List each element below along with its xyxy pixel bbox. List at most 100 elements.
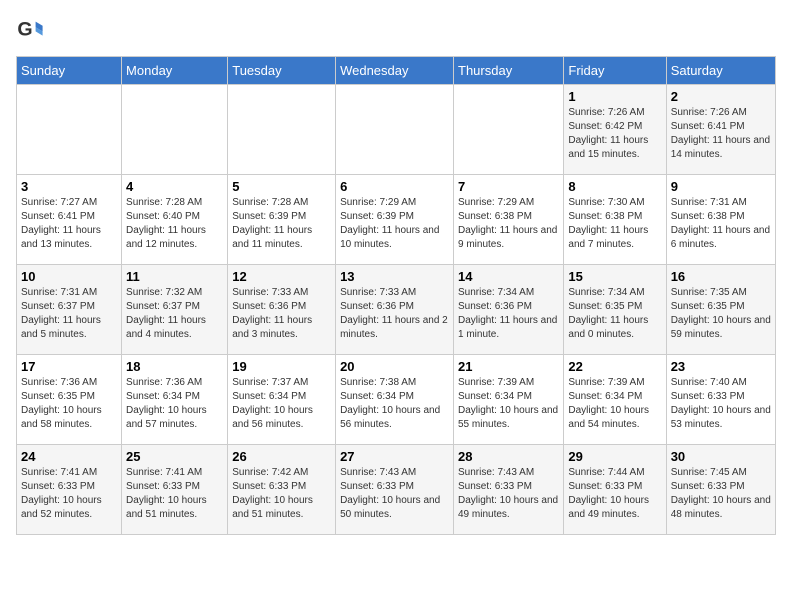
calendar-cell: 5 Sunrise: 7:28 AM Sunset: 6:39 PM Daylig… bbox=[228, 175, 336, 265]
calendar-cell: 11 Sunrise: 7:32 AM Sunset: 6:37 PM Dayli… bbox=[122, 265, 228, 355]
day-number: 10 bbox=[21, 269, 117, 284]
day-header: Friday bbox=[564, 57, 666, 85]
day-number: 23 bbox=[671, 359, 771, 374]
day-number: 16 bbox=[671, 269, 771, 284]
day-info: Sunrise: 7:33 AM Sunset: 6:36 PM Dayligh… bbox=[340, 286, 449, 342]
calendar-cell: 18Sunrise: 7:36 AM Sunset: 6:34 PM Dayli… bbox=[122, 355, 228, 445]
calendar-cell: 7 Sunrise: 7:29 AM Sunset: 6:38 PM Daylig… bbox=[454, 175, 564, 265]
day-number: 13 bbox=[340, 269, 449, 284]
day-info: Sunrise: 7:43 AM Sunset: 6:33 PM Dayligh… bbox=[340, 466, 449, 522]
calendar-cell: 21 Sunrise: 7:39 AM Sunset: 6:34 PM Dayli… bbox=[454, 355, 564, 445]
day-number: 6 bbox=[340, 179, 449, 194]
calendar-week-row: 1 Sunrise: 7:26 AM Sunset: 6:42 PM Daylig… bbox=[17, 85, 776, 175]
day-info: Sunrise: 7:34 AM Sunset: 6:36 PM Dayligh… bbox=[458, 286, 559, 342]
day-info: Sunrise: 7:41 AM Sunset: 6:33 PM Dayligh… bbox=[126, 466, 223, 522]
calendar-cell: 22Sunrise: 7:39 AM Sunset: 6:34 PM Dayli… bbox=[564, 355, 666, 445]
header-area: G bbox=[16, 16, 776, 44]
calendar-cell: 15 Sunrise: 7:34 AM Sunset: 6:35 PM Dayli… bbox=[564, 265, 666, 355]
calendar-cell: 8 Sunrise: 7:30 AM Sunset: 6:38 PM Daylig… bbox=[564, 175, 666, 265]
day-info: Sunrise: 7:26 AM Sunset: 6:42 PM Dayligh… bbox=[568, 106, 661, 162]
calendar-cell: 10Sunrise: 7:31 AM Sunset: 6:37 PM Dayli… bbox=[17, 265, 122, 355]
calendar-week-row: 10Sunrise: 7:31 AM Sunset: 6:37 PM Dayli… bbox=[17, 265, 776, 355]
day-number: 3 bbox=[21, 179, 117, 194]
day-number: 5 bbox=[232, 179, 331, 194]
calendar-cell: 12Sunrise: 7:33 AM Sunset: 6:36 PM Dayli… bbox=[228, 265, 336, 355]
day-info: Sunrise: 7:34 AM Sunset: 6:35 PM Dayligh… bbox=[568, 286, 661, 342]
day-number: 9 bbox=[671, 179, 771, 194]
day-info: Sunrise: 7:39 AM Sunset: 6:34 PM Dayligh… bbox=[458, 376, 559, 432]
calendar-cell: 4 Sunrise: 7:28 AM Sunset: 6:40 PM Daylig… bbox=[122, 175, 228, 265]
day-number: 26 bbox=[232, 449, 331, 464]
calendar-cell: 27Sunrise: 7:43 AM Sunset: 6:33 PM Dayli… bbox=[336, 445, 454, 535]
day-header: Wednesday bbox=[336, 57, 454, 85]
day-info: Sunrise: 7:40 AM Sunset: 6:33 PM Dayligh… bbox=[671, 376, 771, 432]
calendar-cell: 28 Sunrise: 7:43 AM Sunset: 6:33 PM Dayli… bbox=[454, 445, 564, 535]
day-number: 15 bbox=[568, 269, 661, 284]
day-number: 1 bbox=[568, 89, 661, 104]
day-number: 7 bbox=[458, 179, 559, 194]
day-number: 4 bbox=[126, 179, 223, 194]
day-info: Sunrise: 7:37 AM Sunset: 6:34 PM Dayligh… bbox=[232, 376, 331, 432]
calendar-cell: 20 Sunrise: 7:38 AM Sunset: 6:34 PM Dayli… bbox=[336, 355, 454, 445]
svg-text:G: G bbox=[17, 19, 32, 41]
day-number: 20 bbox=[340, 359, 449, 374]
calendar-cell bbox=[17, 85, 122, 175]
day-info: Sunrise: 7:30 AM Sunset: 6:38 PM Dayligh… bbox=[568, 196, 661, 252]
day-number: 25 bbox=[126, 449, 223, 464]
day-info: Sunrise: 7:32 AM Sunset: 6:37 PM Dayligh… bbox=[126, 286, 223, 342]
logo: G bbox=[16, 16, 48, 44]
day-number: 29 bbox=[568, 449, 661, 464]
day-info: Sunrise: 7:38 AM Sunset: 6:34 PM Dayligh… bbox=[340, 376, 449, 432]
logo-icon: G bbox=[16, 16, 44, 44]
day-number: 22 bbox=[568, 359, 661, 374]
day-header: Monday bbox=[122, 57, 228, 85]
day-info: Sunrise: 7:28 AM Sunset: 6:39 PM Dayligh… bbox=[232, 196, 331, 252]
day-header: Sunday bbox=[17, 57, 122, 85]
day-info: Sunrise: 7:29 AM Sunset: 6:39 PM Dayligh… bbox=[340, 196, 449, 252]
day-number: 17 bbox=[21, 359, 117, 374]
calendar-cell: 24 Sunrise: 7:41 AM Sunset: 6:33 PM Dayli… bbox=[17, 445, 122, 535]
calendar-cell: 16 Sunrise: 7:35 AM Sunset: 6:35 PM Dayli… bbox=[666, 265, 775, 355]
day-info: Sunrise: 7:27 AM Sunset: 6:41 PM Dayligh… bbox=[21, 196, 117, 252]
day-number: 2 bbox=[671, 89, 771, 104]
calendar-table: SundayMondayTuesdayWednesdayThursdayFrid… bbox=[16, 56, 776, 535]
day-info: Sunrise: 7:43 AM Sunset: 6:33 PM Dayligh… bbox=[458, 466, 559, 522]
day-info: Sunrise: 7:42 AM Sunset: 6:33 PM Dayligh… bbox=[232, 466, 331, 522]
day-header: Saturday bbox=[666, 57, 775, 85]
day-info: Sunrise: 7:28 AM Sunset: 6:40 PM Dayligh… bbox=[126, 196, 223, 252]
day-info: Sunrise: 7:26 AM Sunset: 6:41 PM Dayligh… bbox=[671, 106, 771, 162]
day-info: Sunrise: 7:35 AM Sunset: 6:35 PM Dayligh… bbox=[671, 286, 771, 342]
calendar-cell: 3 Sunrise: 7:27 AM Sunset: 6:41 PM Daylig… bbox=[17, 175, 122, 265]
calendar-cell: 1 Sunrise: 7:26 AM Sunset: 6:42 PM Daylig… bbox=[564, 85, 666, 175]
calendar-cell: 29Sunrise: 7:44 AM Sunset: 6:33 PM Dayli… bbox=[564, 445, 666, 535]
day-info: Sunrise: 7:29 AM Sunset: 6:38 PM Dayligh… bbox=[458, 196, 559, 252]
day-info: Sunrise: 7:41 AM Sunset: 6:33 PM Dayligh… bbox=[21, 466, 117, 522]
day-number: 21 bbox=[458, 359, 559, 374]
day-number: 19 bbox=[232, 359, 331, 374]
calendar-cell: 23 Sunrise: 7:40 AM Sunset: 6:33 PM Dayli… bbox=[666, 355, 775, 445]
calendar-week-row: 3 Sunrise: 7:27 AM Sunset: 6:41 PM Daylig… bbox=[17, 175, 776, 265]
calendar-cell bbox=[336, 85, 454, 175]
day-number: 8 bbox=[568, 179, 661, 194]
calendar-week-row: 17 Sunrise: 7:36 AM Sunset: 6:35 PM Dayli… bbox=[17, 355, 776, 445]
day-info: Sunrise: 7:36 AM Sunset: 6:35 PM Dayligh… bbox=[21, 376, 117, 432]
calendar-cell: 26 Sunrise: 7:42 AM Sunset: 6:33 PM Dayli… bbox=[228, 445, 336, 535]
day-header: Thursday bbox=[454, 57, 564, 85]
calendar-cell: 14 Sunrise: 7:34 AM Sunset: 6:36 PM Dayli… bbox=[454, 265, 564, 355]
day-number: 11 bbox=[126, 269, 223, 284]
calendar-cell: 17 Sunrise: 7:36 AM Sunset: 6:35 PM Dayli… bbox=[17, 355, 122, 445]
calendar-cell: 19 Sunrise: 7:37 AM Sunset: 6:34 PM Dayli… bbox=[228, 355, 336, 445]
days-header-row: SundayMondayTuesdayWednesdayThursdayFrid… bbox=[17, 57, 776, 85]
calendar-week-row: 24 Sunrise: 7:41 AM Sunset: 6:33 PM Dayli… bbox=[17, 445, 776, 535]
day-number: 14 bbox=[458, 269, 559, 284]
day-number: 24 bbox=[21, 449, 117, 464]
calendar-cell: 13 Sunrise: 7:33 AM Sunset: 6:36 PM Dayli… bbox=[336, 265, 454, 355]
day-number: 28 bbox=[458, 449, 559, 464]
day-header: Tuesday bbox=[228, 57, 336, 85]
day-info: Sunrise: 7:31 AM Sunset: 6:38 PM Dayligh… bbox=[671, 196, 771, 252]
day-number: 18 bbox=[126, 359, 223, 374]
calendar-cell bbox=[228, 85, 336, 175]
day-info: Sunrise: 7:33 AM Sunset: 6:36 PM Dayligh… bbox=[232, 286, 331, 342]
calendar-cell: 25 Sunrise: 7:41 AM Sunset: 6:33 PM Dayli… bbox=[122, 445, 228, 535]
calendar-cell: 9 Sunrise: 7:31 AM Sunset: 6:38 PM Daylig… bbox=[666, 175, 775, 265]
